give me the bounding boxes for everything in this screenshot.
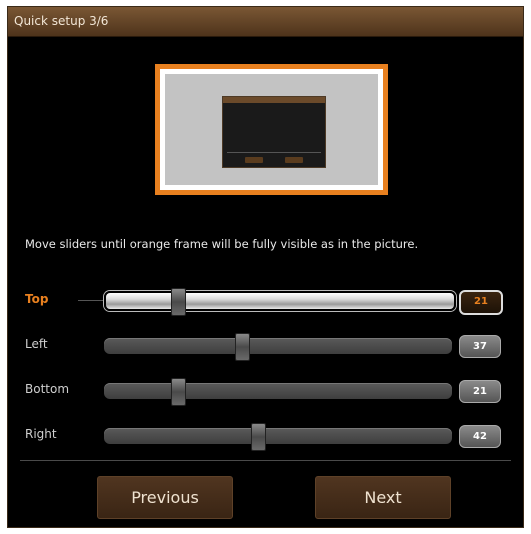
slider-label-left: Left	[25, 337, 48, 351]
slider-thumb-right[interactable]	[251, 423, 267, 451]
slider-thumb-top[interactable]	[171, 288, 186, 316]
slider-label-right: Right	[25, 427, 57, 441]
preview-mini-divider	[227, 152, 321, 153]
slider-value-right: 42	[459, 425, 501, 448]
preview-screen	[165, 74, 378, 185]
title-bar: Quick setup 3/6	[8, 7, 523, 37]
slider-thumb-left[interactable]	[234, 333, 250, 361]
preview-mini-titlebar	[223, 97, 325, 103]
slider-value-top: 21	[459, 290, 503, 315]
slider-row-top: Top 21	[8, 286, 525, 316]
preview-white-border	[160, 69, 383, 190]
slider-track-right[interactable]	[104, 428, 452, 444]
slider-thumb-bottom[interactable]	[171, 378, 186, 406]
preview-mini-previous-button	[245, 157, 263, 163]
instruction-text: Move sliders until orange frame will be …	[25, 237, 419, 251]
previous-button[interactable]: Previous	[97, 476, 233, 519]
slider-track-left[interactable]	[104, 338, 452, 354]
slider-row-right: Right 42	[8, 421, 525, 451]
slider-label-top: Top	[25, 292, 49, 306]
slider-row-bottom: Bottom 21	[8, 376, 525, 406]
slider-label-bottom: Bottom	[25, 382, 70, 396]
next-button[interactable]: Next	[315, 476, 451, 519]
window-title: Quick setup 3/6	[14, 14, 109, 28]
preview-mini-window	[222, 96, 326, 168]
preview-picture	[155, 64, 388, 195]
slider-track-bottom[interactable]	[104, 383, 452, 399]
quick-setup-window: Quick setup 3/6 Move sliders until orang…	[7, 6, 524, 528]
slider-value-bottom: 21	[459, 380, 501, 403]
footer-divider	[20, 460, 511, 461]
slider-value-left: 37	[459, 335, 501, 358]
preview-mini-next-button	[285, 157, 303, 163]
slider-row-left: Left 37	[8, 331, 525, 361]
slider-track-top[interactable]	[104, 291, 456, 311]
